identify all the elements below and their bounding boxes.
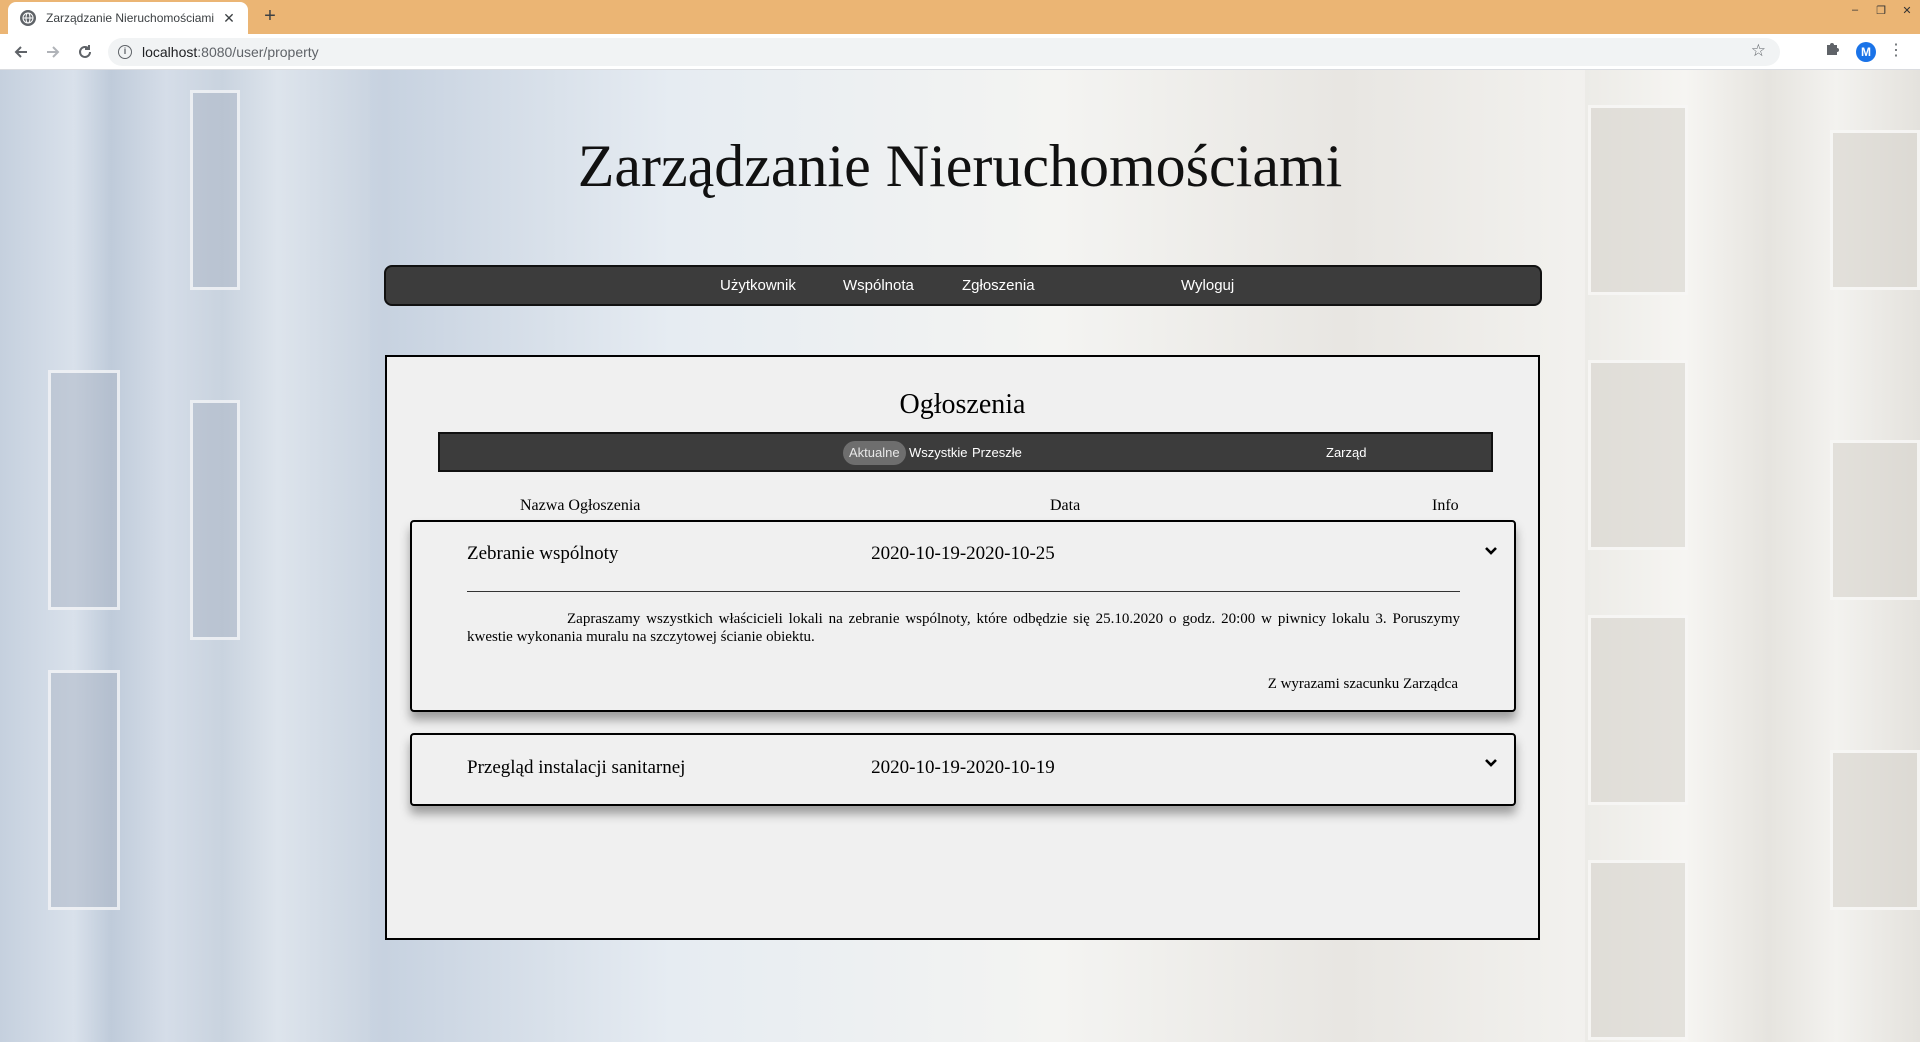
column-header-date: Data [1050, 497, 1081, 514]
forward-arrow-icon[interactable] [41, 40, 65, 64]
announcement-card[interactable]: Przegląd instalacji sanitarnej 2020-10-1… [410, 733, 1516, 806]
chevron-down-icon[interactable] [1484, 756, 1498, 770]
announcement-body: Zapraszamy wszystkich właścicieli lokali… [467, 611, 1460, 645]
chevron-down-icon[interactable] [1484, 544, 1498, 558]
filter-board[interactable]: Zarząd [1320, 441, 1372, 465]
nav-reports[interactable]: Zgłoszenia [962, 267, 1035, 304]
building-window [1830, 440, 1920, 600]
url-path: :8080/user/property [197, 44, 319, 60]
kebab-menu-icon[interactable]: ⋮ [1888, 40, 1904, 60]
filter-all[interactable]: Wszystkie [903, 441, 974, 465]
window-controls: – ❐ ✕ [1842, 0, 1920, 20]
building-window [1588, 615, 1688, 805]
column-header-info: Info [1432, 497, 1459, 514]
building-window [48, 670, 120, 910]
profile-avatar[interactable]: M [1856, 42, 1876, 62]
building-window [190, 400, 240, 640]
building-window [1830, 750, 1920, 910]
browser-titlebar: Zarządzanie Nieruchomościami ✕ + – ❐ ✕ [0, 0, 1920, 34]
bookmark-star-icon[interactable]: ☆ [1751, 41, 1766, 61]
page-viewport: Zarządzanie Nieruchomościami Użytkownik … [0, 70, 1920, 1042]
column-header-name: Nazwa Ogłoszenia [520, 497, 641, 514]
building-window [1588, 360, 1688, 550]
filter-current[interactable]: Aktualne [843, 441, 906, 465]
building-window [1588, 860, 1688, 1040]
building-window [48, 370, 120, 610]
url-text: localhost:8080/user/property [142, 44, 319, 60]
minimize-button[interactable]: – [1842, 0, 1868, 20]
site-title: Zarządzanie Nieruchomościami [577, 133, 1343, 199]
divider [467, 591, 1460, 592]
announcements-heading: Ogłoszenia [899, 389, 1026, 420]
new-tab-button[interactable]: + [258, 5, 282, 29]
main-navbar: Użytkownik Wspólnota Zgłoszenia Wyloguj [384, 265, 1542, 306]
announcements-filter-bar: Aktualne Wszystkie Przeszłe Zarząd [438, 432, 1493, 472]
announcements-panel: Ogłoszenia Aktualne Wszystkie Przeszłe Z… [385, 355, 1540, 940]
browser-toolbar: i localhost:8080/user/property ☆ M ⋮ [0, 34, 1920, 70]
globe-icon [20, 10, 36, 26]
reload-icon[interactable] [73, 40, 97, 64]
announcement-signature: Z wyrazami szacunku Zarządca [1267, 676, 1458, 692]
announcement-card[interactable]: Zebranie wspólnoty 2020-10-19-2020-10-25… [410, 520, 1516, 712]
extensions-puzzle-icon[interactable] [1824, 40, 1840, 61]
nav-community[interactable]: Wspólnota [843, 267, 914, 304]
tab-title: Zarządzanie Nieruchomościami [46, 11, 215, 25]
browser-tab[interactable]: Zarządzanie Nieruchomościami ✕ [8, 2, 248, 34]
restore-button[interactable]: ❐ [1868, 0, 1894, 20]
url-host: localhost [142, 44, 198, 60]
close-window-button[interactable]: ✕ [1894, 0, 1920, 20]
announcement-date: 2020-10-19-2020-10-19 [871, 757, 1055, 778]
close-tab-icon[interactable]: ✕ [220, 10, 238, 27]
back-arrow-icon[interactable] [9, 40, 33, 64]
logout-button[interactable]: Wyloguj [1181, 267, 1234, 304]
address-bar[interactable]: i localhost:8080/user/property ☆ [108, 38, 1780, 66]
filter-past[interactable]: Przeszłe [966, 441, 1028, 465]
nav-user[interactable]: Użytkownik [720, 267, 796, 304]
announcement-date: 2020-10-19-2020-10-25 [871, 543, 1055, 564]
info-icon[interactable]: i [118, 45, 132, 59]
